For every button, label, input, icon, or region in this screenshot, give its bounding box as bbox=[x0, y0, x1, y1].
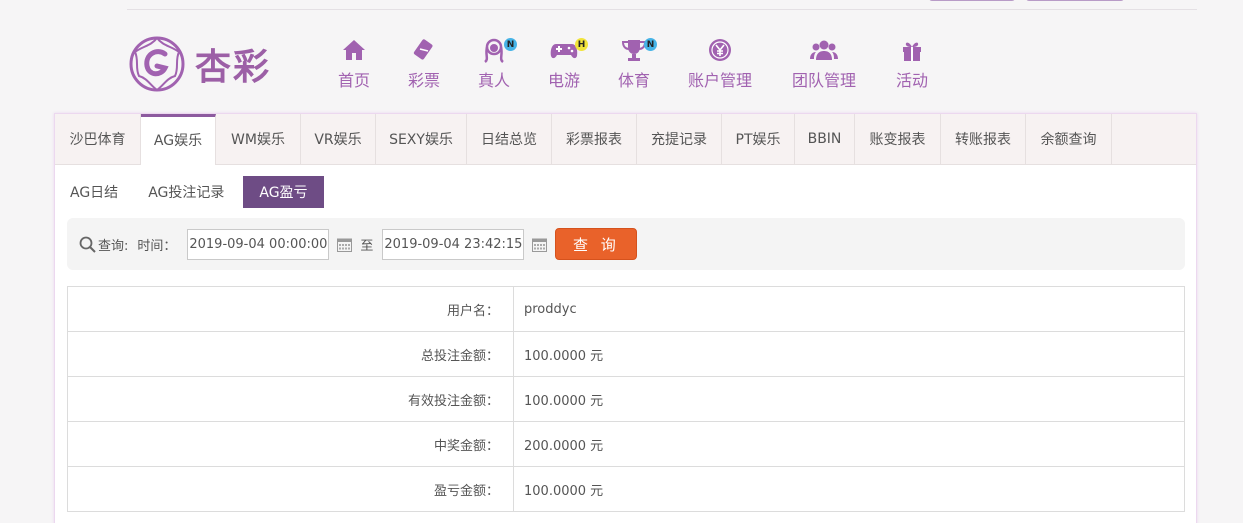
tab-ag[interactable]: AG娱乐 bbox=[141, 114, 216, 165]
nav-label: 首页 bbox=[338, 71, 371, 90]
team-icon bbox=[810, 36, 838, 64]
nav-sports[interactable]: N 体育 bbox=[618, 36, 657, 91]
row-label: 用户名： bbox=[67, 286, 514, 332]
trophy-icon: N bbox=[621, 36, 657, 64]
logo-text: 杏彩 bbox=[195, 46, 272, 88]
search-bar: 查询: 时间： 2019-09-04 00:00:00 至 2019-09-04… bbox=[67, 218, 1185, 270]
nav-label: 账户管理 bbox=[688, 71, 753, 90]
top-button-1[interactable] bbox=[929, 0, 1015, 1]
query-label: 查询: bbox=[98, 238, 129, 254]
sub-tabs: AG日结 AG投注记录 AG盈亏 bbox=[59, 176, 332, 208]
subtab-ag-bets[interactable]: AG投注记录 bbox=[137, 176, 235, 208]
nav-label: 彩票 bbox=[408, 71, 441, 90]
search-icon bbox=[79, 236, 96, 253]
end-date-input[interactable]: 2019-09-04 23:42:15 bbox=[382, 228, 525, 260]
tab-pt[interactable]: PT娱乐 bbox=[722, 114, 795, 164]
row-value: 200.0000 元 bbox=[513, 421, 1185, 467]
tab-balance-query[interactable]: 余额查询 bbox=[1026, 114, 1112, 164]
ticket-icon bbox=[412, 36, 436, 64]
nav-label: 团队管理 bbox=[792, 71, 857, 90]
row-label: 总投注金额： bbox=[67, 331, 514, 377]
table-row: 用户名： proddyc bbox=[67, 286, 1185, 332]
new-badge: N bbox=[644, 38, 657, 51]
new-badge: N bbox=[504, 38, 517, 51]
gamepad-icon: H bbox=[550, 36, 588, 64]
tab-lottery-report[interactable]: 彩票报表 bbox=[552, 114, 637, 164]
table-row: 中奖金额： 200.0000 元 bbox=[67, 421, 1185, 467]
row-value: 100.0000 元 bbox=[513, 376, 1185, 422]
logo[interactable]: 杏彩 bbox=[127, 34, 287, 94]
yen-icon bbox=[708, 36, 732, 64]
nav-team[interactable]: 团队管理 bbox=[792, 36, 856, 91]
row-value: proddyc bbox=[513, 286, 1185, 332]
report-panel: 沙巴体育 AG娱乐 WM娱乐 VR娱乐 SEXY娱乐 日结总览 彩票报表 充提记… bbox=[54, 113, 1197, 523]
row-label: 有效投注金额： bbox=[67, 376, 514, 422]
tab-wm[interactable]: WM娱乐 bbox=[216, 114, 301, 164]
table-row: 有效投注金额： 100.0000 元 bbox=[67, 376, 1185, 422]
top-button-2[interactable] bbox=[1026, 0, 1124, 1]
to-label: 至 bbox=[360, 238, 374, 254]
nav-games[interactable]: H 电游 bbox=[548, 36, 588, 91]
row-value: 100.0000 元 bbox=[513, 331, 1185, 377]
table-row: 总投注金额： 100.0000 元 bbox=[67, 331, 1185, 377]
subtab-ag-profit[interactable]: AG盈亏 bbox=[243, 176, 324, 208]
calendar-icon[interactable] bbox=[532, 237, 548, 252]
header-divider bbox=[127, 9, 1197, 10]
nav-live[interactable]: N 真人 bbox=[478, 36, 517, 91]
gift-icon bbox=[901, 36, 923, 64]
query-button[interactable]: 查 询 bbox=[555, 228, 638, 260]
hot-badge: H bbox=[575, 38, 588, 51]
report-tabs: 沙巴体育 AG娱乐 WM娱乐 VR娱乐 SEXY娱乐 日结总览 彩票报表 充提记… bbox=[55, 114, 1196, 165]
table-row: 盈亏金额： 100.0000 元 bbox=[67, 466, 1185, 512]
tab-saba-sports[interactable]: 沙巴体育 bbox=[55, 114, 141, 164]
row-label: 盈亏金额： bbox=[67, 466, 514, 512]
nav-home[interactable]: 首页 bbox=[338, 36, 370, 91]
tab-sexy[interactable]: SEXY娱乐 bbox=[376, 114, 467, 164]
tab-bbin[interactable]: BBIN bbox=[795, 114, 855, 164]
tab-balance-change[interactable]: 账变报表 bbox=[855, 114, 941, 164]
nav-label: 体育 bbox=[618, 71, 651, 90]
subtab-ag-daily[interactable]: AG日结 bbox=[59, 176, 129, 208]
profit-summary-table: 用户名： proddyc 总投注金额： 100.0000 元 有效投注金额： 1… bbox=[67, 286, 1185, 512]
calendar-icon[interactable] bbox=[337, 237, 353, 252]
start-date-input[interactable]: 2019-09-04 00:00:00 bbox=[187, 228, 330, 260]
nav-label: 真人 bbox=[478, 71, 511, 90]
tab-vr[interactable]: VR娱乐 bbox=[301, 114, 376, 164]
nav-label: 活动 bbox=[896, 71, 929, 90]
home-icon bbox=[342, 36, 366, 64]
tab-deposit-withdraw[interactable]: 充提记录 bbox=[637, 114, 722, 164]
logo-emblem-icon bbox=[129, 36, 185, 92]
nav-label: 电游 bbox=[548, 71, 581, 90]
dealer-icon: N bbox=[481, 36, 517, 64]
tab-transfer-report[interactable]: 转账报表 bbox=[941, 114, 1026, 164]
nav-promotions[interactable]: 活动 bbox=[896, 36, 928, 91]
nav-lottery[interactable]: 彩票 bbox=[408, 36, 440, 91]
row-label: 中奖金额： bbox=[67, 421, 514, 467]
nav-account[interactable]: 账户管理 bbox=[688, 36, 752, 91]
tab-daily-overview[interactable]: 日结总览 bbox=[467, 114, 552, 164]
time-label: 时间： bbox=[137, 238, 177, 254]
row-value: 100.0000 元 bbox=[513, 466, 1185, 512]
